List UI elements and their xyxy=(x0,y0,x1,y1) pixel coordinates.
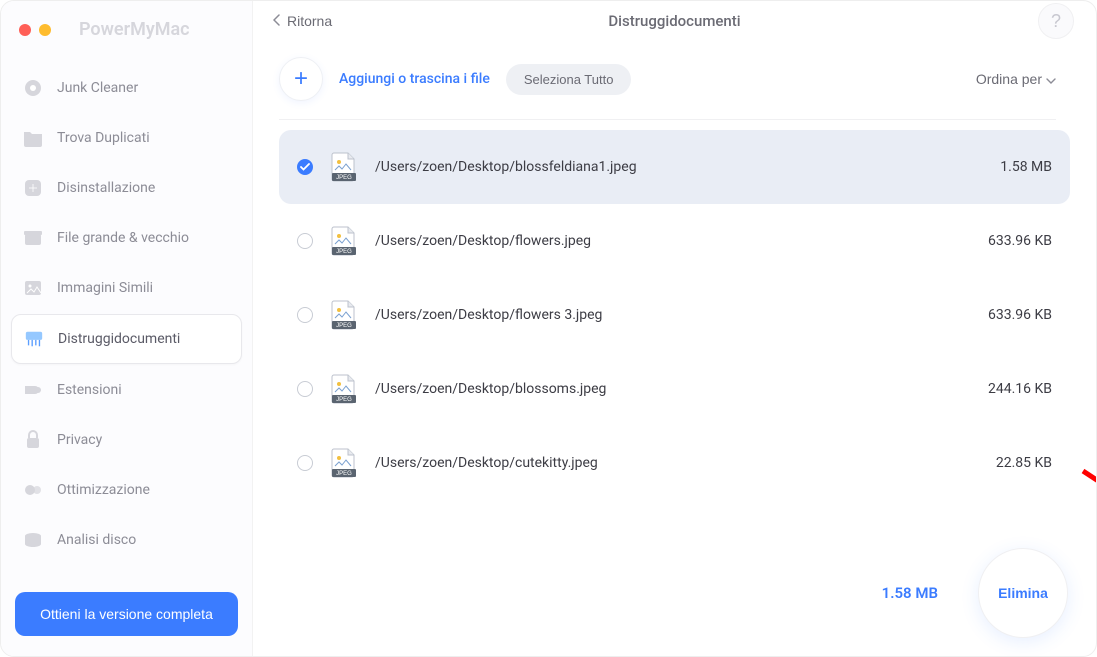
delete-button[interactable]: Elimina xyxy=(978,548,1068,638)
svg-text:JPEG: JPEG xyxy=(336,175,352,181)
sidebar-item-label: Privacy xyxy=(57,432,102,448)
sidebar-item-ottimizzazione[interactable]: Ottimizzazione xyxy=(11,466,242,514)
jpeg-file-icon: JPEG xyxy=(331,448,357,478)
svg-text:JPEG: JPEG xyxy=(336,397,352,403)
sidebar-item-label: Ottimizzazione xyxy=(57,482,150,498)
file-checkbox[interactable] xyxy=(297,381,313,397)
file-row[interactable]: JPEG/Users/zoen/Desktop/blossfeldiana1.j… xyxy=(279,130,1070,204)
file-checkbox[interactable] xyxy=(297,233,313,249)
file-row[interactable]: JPEG/Users/zoen/Desktop/flowers 3.jpeg 63… xyxy=(279,278,1070,352)
file-path: /Users/zoen/Desktop/blossfeldiana1.jpeg xyxy=(375,159,934,175)
add-files-button[interactable]: + xyxy=(279,57,323,101)
sidebar-item-junk-cleaner[interactable]: Junk Cleaner xyxy=(11,64,242,112)
get-full-version-button[interactable]: Ottieni la versione completa xyxy=(15,592,238,636)
file-path: /Users/zoen/Desktop/flowers 3.jpeg xyxy=(375,307,934,323)
file-row[interactable]: JPEG/Users/zoen/Desktop/blossoms.jpeg 244… xyxy=(279,352,1070,426)
archive-icon xyxy=(23,228,43,248)
window-close-button[interactable] xyxy=(19,24,31,36)
svg-text:JPEG: JPEG xyxy=(336,471,352,477)
image-icon xyxy=(23,278,43,298)
file-size: 244.16 KB xyxy=(952,381,1052,397)
file-checkbox[interactable] xyxy=(297,307,313,323)
window-minimize-button[interactable] xyxy=(39,24,51,36)
sidebar-item-label: Trova Duplicati xyxy=(57,130,150,146)
back-label: Ritorna xyxy=(287,13,332,29)
add-files-label: Aggiungi o trascina i file xyxy=(339,71,490,87)
chevron-down-icon xyxy=(1046,71,1056,87)
svg-text:JPEG: JPEG xyxy=(336,323,352,329)
sidebar-item-immagini-simili[interactable]: Immagini Simili xyxy=(11,264,242,312)
page-title: Distruggidocumenti xyxy=(608,12,740,30)
lock-icon xyxy=(23,430,43,450)
sort-label: Ordina per xyxy=(976,71,1042,87)
svg-text:JPEG: JPEG xyxy=(336,249,352,255)
sidebar-item-distruggidocumenti[interactable]: Distruggidocumenti xyxy=(11,314,242,364)
gear-icon xyxy=(23,78,43,98)
back-button[interactable]: Ritorna xyxy=(273,13,332,29)
sidebar-item-label: Immagini Simili xyxy=(57,280,153,296)
sidebar-item-disinstallazione[interactable]: Disinstallazione xyxy=(11,164,242,212)
jpeg-file-icon: JPEG xyxy=(331,152,357,182)
sidebar-item-analisi-disco[interactable]: Analisi disco xyxy=(11,516,242,564)
jpeg-file-icon: JPEG xyxy=(331,226,357,256)
help-button[interactable]: ? xyxy=(1038,3,1074,39)
sort-button[interactable]: Ordina per xyxy=(976,71,1056,87)
app-name: PowerMyMac xyxy=(79,19,190,40)
disk-icon xyxy=(23,530,43,550)
shredder-icon xyxy=(24,329,44,349)
optimize-icon xyxy=(23,480,43,500)
sidebar-item-trova-duplicati[interactable]: Trova Duplicati xyxy=(11,114,242,162)
folder-icon xyxy=(23,128,43,148)
jpeg-file-icon: JPEG xyxy=(331,374,357,404)
file-row[interactable]: JPEG/Users/zoen/Desktop/flowers.jpeg 633.… xyxy=(279,204,1070,278)
file-size: 22.85 KB xyxy=(952,455,1052,471)
file-path: /Users/zoen/Desktop/blossoms.jpeg xyxy=(375,381,934,397)
file-checkbox[interactable] xyxy=(297,455,313,471)
sidebar-item-file-grande-vecchio[interactable]: File grande & vecchio xyxy=(11,214,242,262)
extension-icon xyxy=(23,380,43,400)
file-path: /Users/zoen/Desktop/flowers.jpeg xyxy=(375,233,934,249)
sidebar-item-label: Junk Cleaner xyxy=(57,80,138,96)
file-size: 633.96 KB xyxy=(952,307,1052,323)
chevron-left-icon xyxy=(273,13,281,29)
sidebar-item-label: Analisi disco xyxy=(57,532,136,548)
sidebar-item-privacy[interactable]: Privacy xyxy=(11,416,242,464)
total-size: 1.58 MB xyxy=(882,584,938,602)
file-size: 633.96 KB xyxy=(952,233,1052,249)
jpeg-file-icon: JPEG xyxy=(331,300,357,330)
file-size: 1.58 MB xyxy=(952,159,1052,175)
sidebar-item-estensioni[interactable]: Estensioni xyxy=(11,366,242,414)
sidebar-item-label: File grande & vecchio xyxy=(57,230,189,246)
file-checkbox[interactable] xyxy=(297,159,313,175)
sidebar-item-label: Distruggidocumenti xyxy=(58,331,180,347)
file-path: /Users/zoen/Desktop/cutekitty.jpeg xyxy=(375,455,934,471)
file-row[interactable]: JPEG/Users/zoen/Desktop/cutekitty.jpeg 22… xyxy=(279,426,1070,500)
sidebar-item-label: Estensioni xyxy=(57,382,122,398)
select-all-button[interactable]: Seleziona Tutto xyxy=(506,64,632,95)
sidebar-item-label: Disinstallazione xyxy=(57,180,155,196)
app-icon xyxy=(23,178,43,198)
plus-icon: + xyxy=(294,65,308,93)
